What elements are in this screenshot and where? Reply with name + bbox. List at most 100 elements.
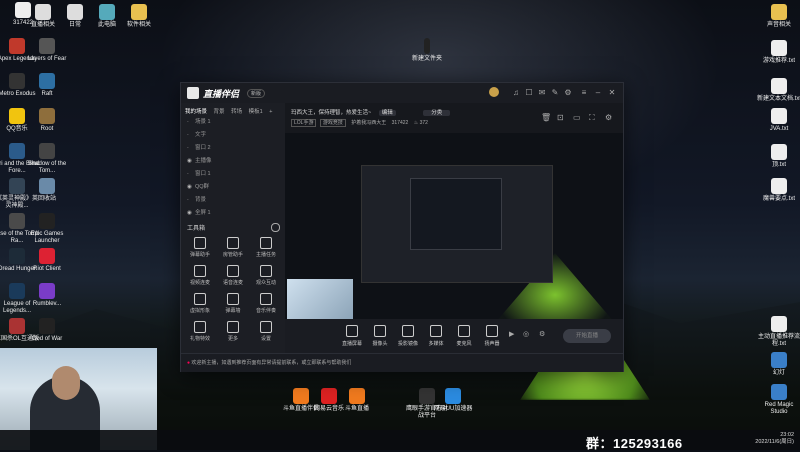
desktop-icon-left[interactable]: Riot Client [24,248,70,273]
desktop-icon-label: 软件相关 [126,22,151,28]
desktop-icon-right[interactable]: 游戏推荐.txt [756,40,800,65]
desktop-icon-left[interactable]: Rumblev... [24,283,70,308]
desktop-folder-new[interactable]: 新建文件夹 [404,38,450,63]
desktop-icon-left[interactable]: Root [24,108,70,133]
category-button[interactable]: 分类 [423,110,451,116]
record-icon[interactable]: ◎ [523,330,529,338]
eye-icon[interactable]: · [187,195,195,206]
layout-icon[interactable]: ▭ [573,113,581,122]
tool-item[interactable]: 虚拟形象 [185,293,215,314]
tool-item[interactable]: 视频连麦 [185,265,215,286]
desktop-icon-left[interactable]: 回收站 [24,178,70,203]
desktop-icon-right[interactable]: 声音相关 [756,4,800,29]
tool-item[interactable]: 主播任务 [251,237,281,258]
app-icon [771,40,787,56]
tool-label: 虚拟形象 [189,308,210,314]
preview-settings-icon[interactable]: ⚙ [605,113,612,122]
gear-icon[interactable]: ⚙ [539,330,545,338]
edit-title-button[interactable]: 编辑 [378,110,396,116]
add-scene-icon[interactable]: + [269,109,272,115]
minimize-icon[interactable]: – [593,88,603,98]
control-button[interactable]: 麦克风 [451,325,477,347]
desktop-icon-right[interactable]: 魔兽要点.txt [756,178,800,203]
eye-icon[interactable]: · [187,169,195,180]
close-icon[interactable]: ✕ [607,88,617,98]
desktop-icon-label: Rumblev... [32,301,62,307]
desktop-icon-left[interactable]: Shadow of the Tom... [24,143,70,175]
scene-item[interactable]: ◉ 全屏 1 [187,208,281,219]
toolbox-settings-icon[interactable] [271,223,280,232]
version-badge[interactable]: 新版 [247,89,266,98]
room-title: 玛西大王，保持理智，热爱生活~ [291,110,372,116]
desktop-icon-bottom[interactable]: 网易UU加速器 [430,388,476,413]
desktop-icon-label: 魔兽要点.txt [762,196,795,202]
gift-icon[interactable]: ✉ [537,88,547,98]
video-icon[interactable]: ▶ [509,330,514,338]
desktop-icon-right[interactable]: 主动直播推荐流程.txt [756,316,800,348]
stream-preview[interactable] [285,133,623,319]
tool-item[interactable]: 房管助手 [218,237,248,258]
eye-icon[interactable]: ◉ [187,208,195,219]
tool-label: 更多 [227,336,238,342]
tool-item[interactable]: 设置 [251,321,281,342]
scene-item[interactable]: · 窗口 1 [187,169,281,180]
desktop-icon-left[interactable]: Raft [24,73,70,98]
tool-item[interactable]: 礼物特效 [185,321,215,342]
headset-icon[interactable]: ♫ [511,88,521,98]
eye-icon[interactable]: ◉ [187,156,195,167]
desktop-icon-right[interactable]: JVA.txt [756,108,800,133]
tab-background[interactable]: 背景 [214,109,225,115]
tab-scenes[interactable]: 我的场景 [185,109,207,115]
scene-item[interactable]: · 文字 [187,130,281,141]
desktop-icon-left[interactable]: Epic Games Launcher [24,213,70,245]
tool-item[interactable]: 更多 [218,321,248,342]
app-icon [771,4,787,20]
eye-icon[interactable]: · [187,130,195,141]
status-text: 欢迎新主播，如遇到推荐页面有异常请提前联系，或立即联系与帮助我们 [191,360,352,366]
tool-item[interactable]: 弹幕助手 [185,237,215,258]
scene-item[interactable]: ◉ QQ群 [187,182,281,193]
control-button[interactable]: 直播屏幕 [339,325,365,347]
eye-icon[interactable]: · [187,117,195,128]
taskbar-clock[interactable]: 23:02 2022/11/6(周日) [744,432,794,446]
desktop-icon-right[interactable]: 新建文本文档.txt [756,78,800,103]
tab-template[interactable]: 模板1 [249,109,263,115]
scene-item[interactable]: ◉ 主播像 [187,156,281,167]
desktop-icon-right[interactable]: Red Magic Studio [756,384,800,416]
menu-icon[interactable]: ≡ [579,88,589,98]
app-icon [39,248,55,264]
control-button[interactable]: 扬声器 [479,325,505,347]
tool-item[interactable]: 音乐伴奏 [251,293,281,314]
tool-item[interactable]: 观众互动 [251,265,281,286]
trash-icon[interactable]: 🗑 [541,113,551,122]
scene-item[interactable]: · 场景 1 [187,117,281,128]
fullscreen-icon[interactable]: ⛶ [589,113,595,123]
tool-item[interactable]: 弹幕墙 [218,293,248,314]
shirt-icon[interactable]: ☐ [524,88,534,98]
desktop-icon-left[interactable]: Layers of Fear [24,38,70,63]
desktop-icon-label: JVA.txt [769,126,789,132]
control-button[interactable]: 摄像头 [367,325,393,347]
avatar[interactable] [489,87,499,97]
scene-item[interactable]: · 窗口 2 [187,143,281,154]
tab-transition[interactable]: 转场 [231,109,242,115]
control-button[interactable]: 投影镜像 [395,325,421,347]
lock-icon[interactable]: ⊡ [557,113,564,122]
settings-icon[interactable]: ⚙ [563,88,573,98]
eye-icon[interactable]: ◉ [187,182,195,193]
start-stream-button[interactable]: 开始直播 [563,329,611,343]
message-icon[interactable]: ✎ [550,88,560,98]
category-tag[interactable]: LOL手游 [291,119,317,127]
app-icon [771,144,787,160]
desktop-icon-top[interactable]: 软件相关 [116,4,162,29]
tool-item[interactable]: 语音连麦 [218,265,248,286]
desktop-icon-bottom[interactable]: 斗鱼直播 [334,388,380,413]
eye-icon[interactable]: · [187,143,195,154]
genre-tag[interactable]: 游戏竞技 [319,119,346,127]
control-button[interactable]: 多媒体 [423,325,449,347]
desktop-icon-left[interactable]: God of War [24,318,70,343]
app-icon [9,248,25,264]
scene-item[interactable]: · 背景 [187,195,281,206]
desktop-icon-right[interactable]: 幻灯 [756,352,800,377]
desktop-icon-right[interactable]: 顶.txt [756,144,800,169]
